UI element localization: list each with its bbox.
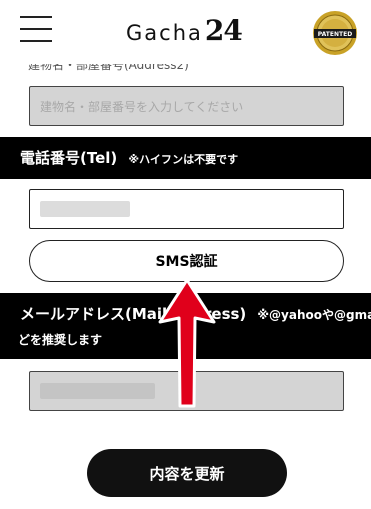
tel-input[interactable] xyxy=(29,189,344,229)
address2-field[interactable]: 建物名・部屋番号を入力してください xyxy=(29,86,344,126)
logo-number: 24 xyxy=(204,14,243,47)
redacted-value xyxy=(40,383,155,399)
logo-text: Gacha xyxy=(126,21,203,45)
tel-title: 電話番号(Tel) xyxy=(20,149,118,167)
site-header: Gacha 24 PATENTED xyxy=(0,0,371,64)
update-button[interactable]: 内容を更新 xyxy=(87,449,287,497)
address2-placeholder: 建物名・部屋番号を入力してください xyxy=(40,99,244,114)
sms-auth-button[interactable]: SMS認証 xyxy=(29,240,344,282)
tel-note: ※ハイフンは不要です xyxy=(128,153,239,166)
redacted-value xyxy=(40,201,130,217)
mail-note: ※@yahooや@gmailな xyxy=(257,308,371,322)
site-logo[interactable]: Gacha 24 xyxy=(126,14,243,50)
menu-icon[interactable] xyxy=(20,16,52,42)
badge-text: PATENTED xyxy=(318,31,352,38)
patented-badge-icon: PATENTED xyxy=(313,11,357,55)
tel-section-header: 電話番号(Tel) ※ハイフンは不要です xyxy=(0,137,371,179)
red-arrow-icon xyxy=(158,278,216,408)
